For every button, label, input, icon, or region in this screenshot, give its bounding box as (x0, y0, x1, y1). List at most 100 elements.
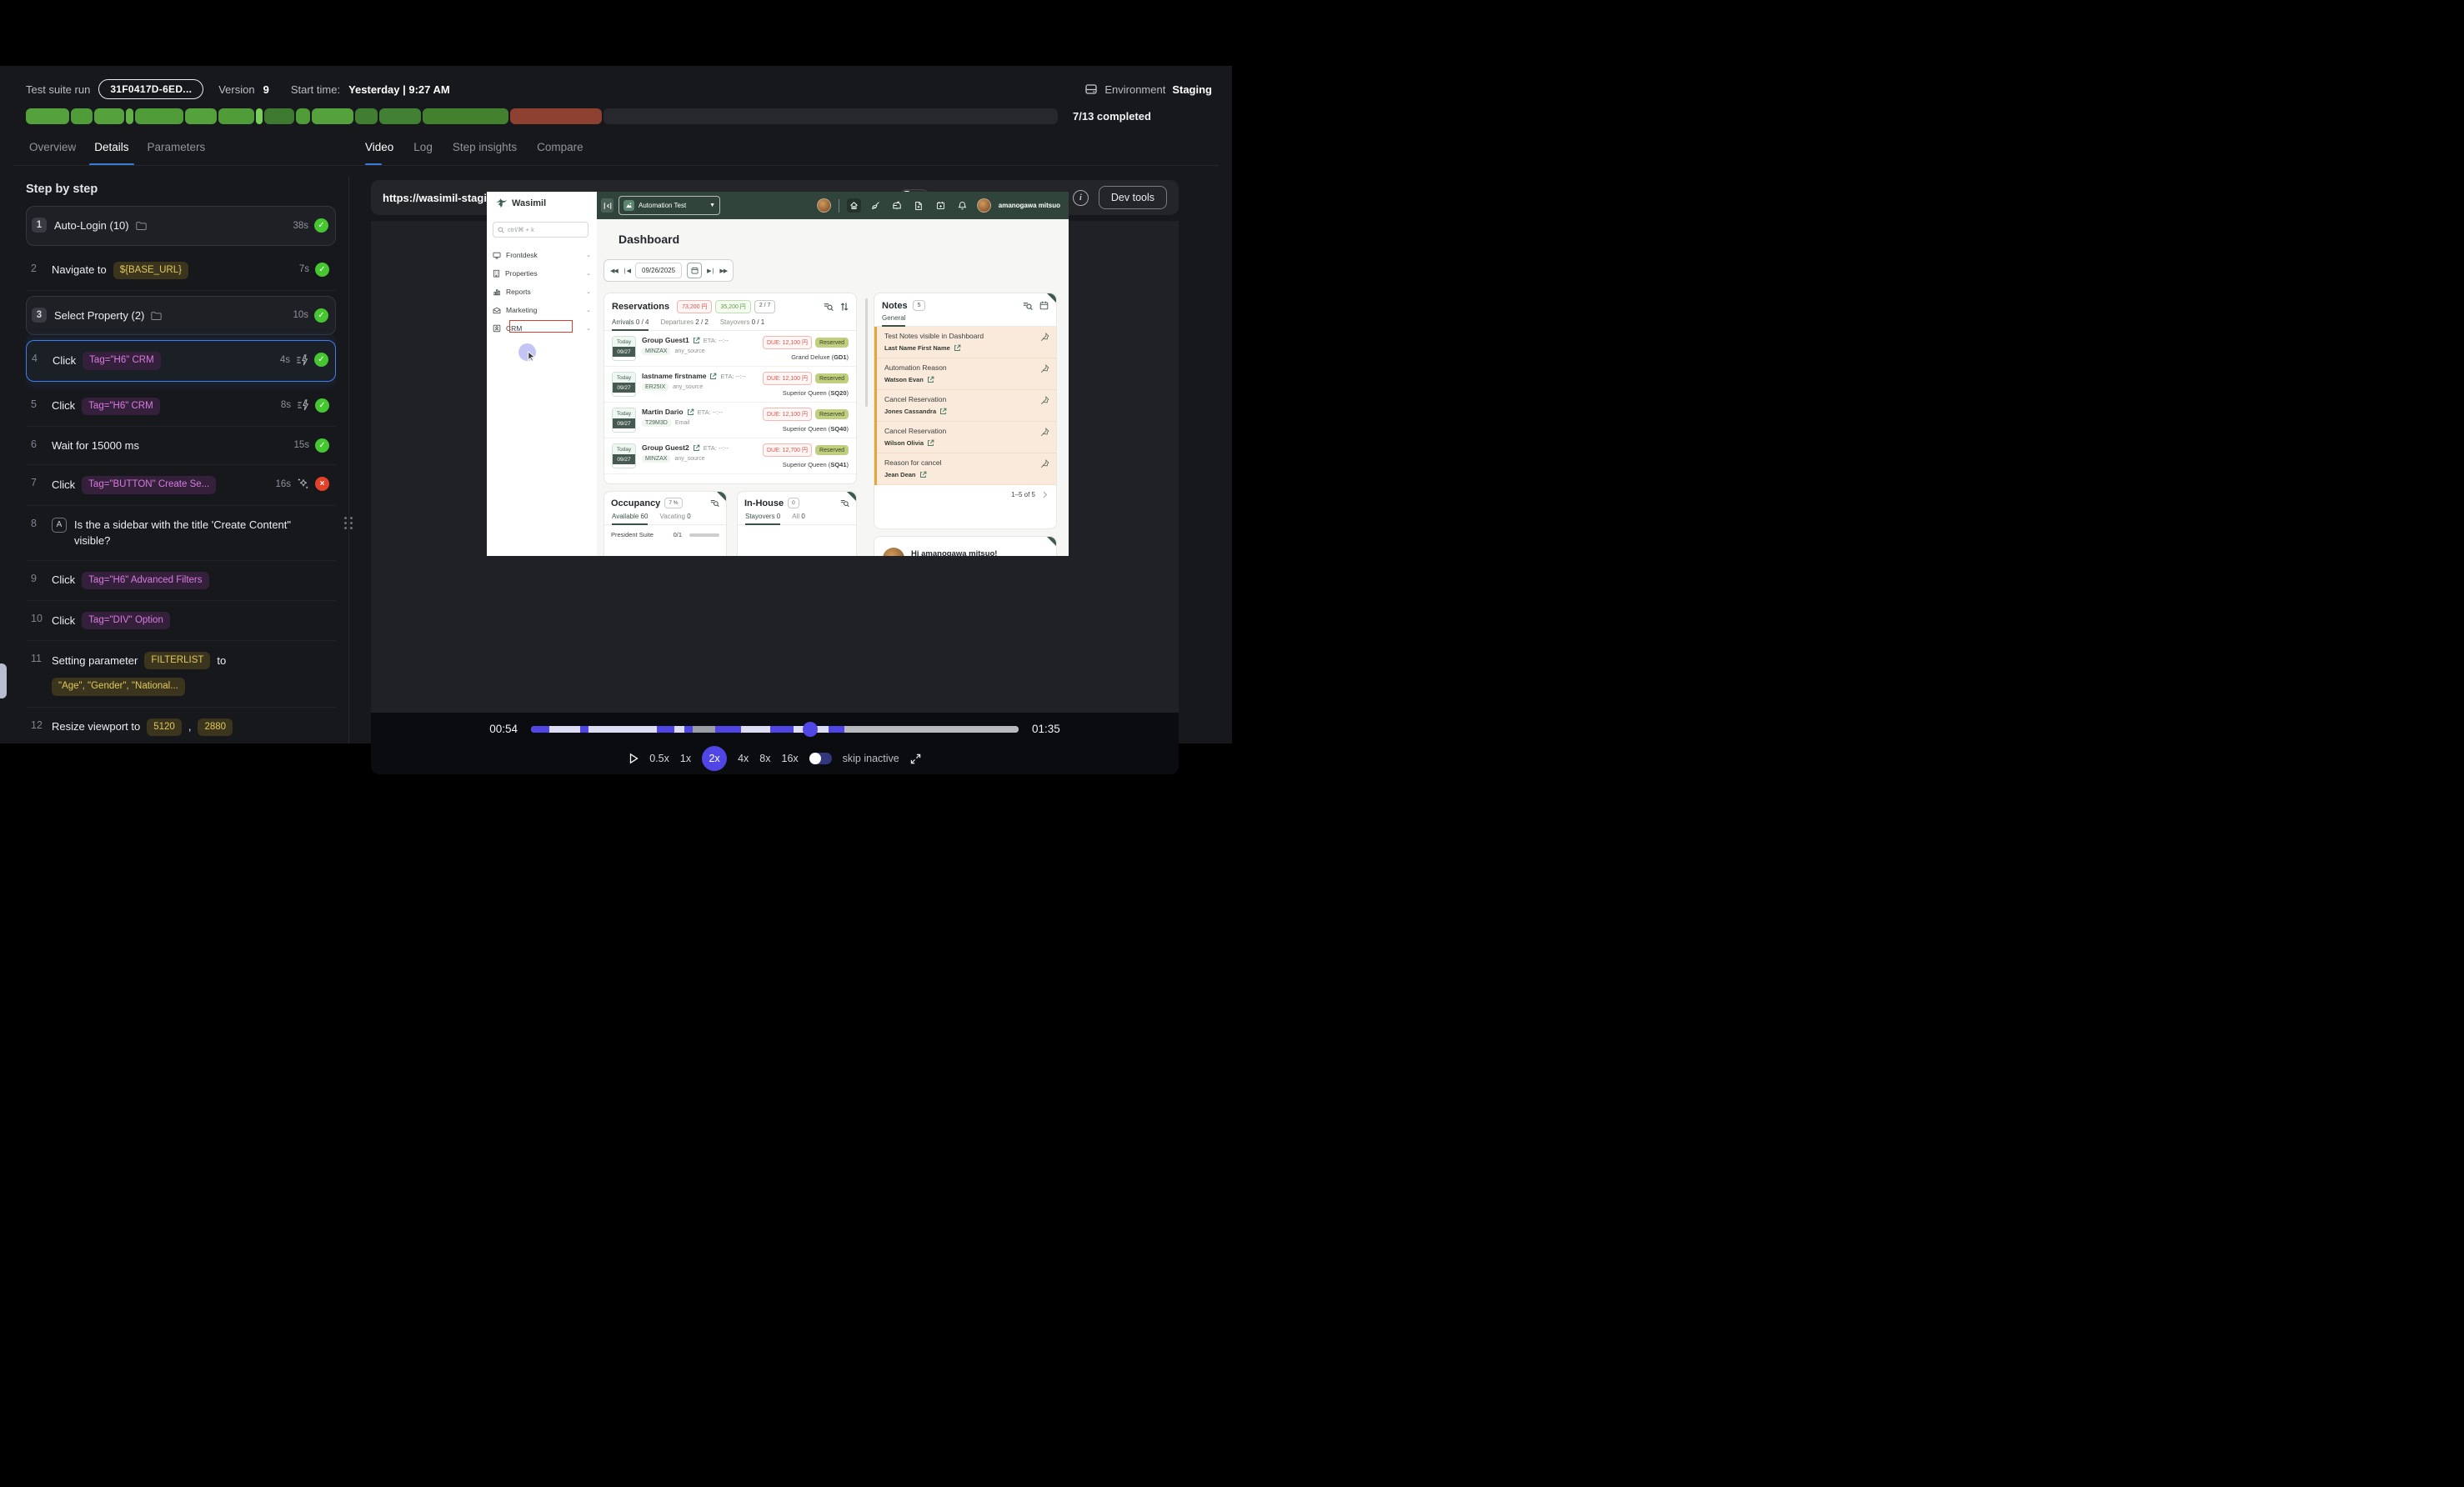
note-author[interactable]: Jones Cassandra (884, 408, 1049, 415)
sidebar-item-marketing[interactable]: Marketing⌄ (493, 303, 591, 317)
reservation-row[interactable]: Today09/27lastname firstnameETA: --:--ER… (604, 367, 856, 403)
fullscreen-icon[interactable] (910, 754, 921, 764)
step-item-1[interactable]: 1Auto-Login (10)38s✓ (26, 206, 336, 246)
viewer-tab-step-insights[interactable]: Step insights (453, 141, 517, 166)
devtools-button[interactable]: Dev tools (1099, 186, 1167, 209)
fast-forward-icon[interactable]: ▶▶ (719, 268, 727, 274)
reservation-row[interactable]: Today09/27Martin DarioETA: --:--T29M3DEm… (604, 403, 856, 438)
pin-icon[interactable] (1040, 428, 1049, 437)
external-link-icon[interactable] (709, 373, 717, 380)
occupancy-tab-vacating[interactable]: Vacating 0 (659, 513, 690, 524)
playhead[interactable] (803, 722, 818, 737)
guest-name[interactable]: Group Guest1 (642, 336, 689, 344)
left-scroll-nub[interactable] (0, 663, 7, 698)
bell-icon[interactable] (955, 198, 969, 213)
search-list-icon[interactable] (840, 498, 849, 508)
document-add-icon[interactable] (912, 198, 926, 213)
user-name[interactable]: amanogawa mitsuo (999, 202, 1060, 209)
step-item-4[interactable]: 4ClickTag="H6" CRM4s✓ (26, 340, 336, 381)
notes-tab-general[interactable]: General (882, 314, 905, 326)
step-item-6[interactable]: 6Wait for 15000 ms15s✓ (26, 427, 336, 466)
viewer-tab-compare[interactable]: Compare (537, 141, 583, 166)
sidebar-item-properties[interactable]: Properties⌄ (493, 267, 591, 280)
note-author[interactable]: Last Name First Name (884, 344, 1049, 352)
step-item-10[interactable]: 10ClickTag="DIV" Option (26, 601, 336, 641)
speed-8x[interactable]: 8x (759, 753, 770, 764)
note-author[interactable]: Jean Dean (884, 471, 1049, 478)
external-link-icon[interactable] (687, 408, 694, 416)
calendar-icon[interactable] (1039, 301, 1049, 310)
speed-16x[interactable]: 16x (782, 753, 799, 764)
step-item-9[interactable]: 9ClickTag="H6" Advanced Filters (26, 561, 336, 601)
speed-4x[interactable]: 4x (738, 753, 749, 764)
step-item-12[interactable]: 12Resize viewport to5120,2880 (26, 708, 336, 744)
sort-icon[interactable] (840, 302, 849, 312)
chevron-right-icon[interactable] (1042, 491, 1048, 498)
pin-icon[interactable] (1040, 396, 1049, 405)
skip-inactive-toggle[interactable] (809, 753, 832, 764)
housekeeping-icon[interactable] (869, 198, 883, 213)
speed-1x[interactable]: 1x (680, 753, 691, 764)
tab-overview[interactable]: Overview (29, 141, 76, 166)
home-icon[interactable] (847, 198, 861, 213)
app-search-input[interactable]: ctrl/⌘ + k (493, 222, 588, 238)
note-item[interactable]: Test Notes visible in DashboardLast Name… (877, 327, 1056, 358)
panel-resize-handle[interactable] (343, 510, 354, 535)
user-avatar[interactable] (977, 198, 991, 213)
step-item-8[interactable]: 8AIs the a sidebar with the title 'Creat… (26, 506, 336, 561)
test-progress-bar[interactable] (26, 108, 1058, 124)
inhouse-tab-all[interactable]: All 0 (792, 513, 805, 524)
step-item-7[interactable]: 7ClickTag="BUTTON" Create Se...16s× (26, 465, 336, 505)
info-icon[interactable]: i (1073, 190, 1089, 206)
note-item[interactable]: Reason for cancelJean Dean (877, 453, 1056, 485)
step-item-2[interactable]: 2Navigate to${BASE_URL}7s✓ (26, 251, 336, 291)
search-list-icon[interactable] (710, 498, 719, 508)
sidebar-item-frontdesk[interactable]: Frontdesk⌄ (493, 248, 591, 262)
note-author[interactable]: Watson Evan (884, 376, 1049, 383)
guest-name[interactable]: lastname firstname (642, 372, 706, 380)
run-id-pill[interactable]: 31F0417D-6ED... (98, 79, 203, 99)
sidebar-collapse-icon[interactable] (601, 198, 613, 213)
external-link-icon[interactable] (693, 444, 700, 452)
reservation-row[interactable]: Today09/27Group Guest1ETA: --:--MINZAXan… (604, 331, 856, 367)
workspace-selector[interactable]: Automation Test ▼ (619, 196, 720, 215)
search-list-icon[interactable] (824, 302, 834, 312)
sidebar-item-reports[interactable]: Reports⌄ (493, 285, 591, 298)
search-list-icon[interactable] (1023, 301, 1033, 311)
app-logo[interactable]: Wasimil (495, 198, 546, 208)
reservations-tab-arrivals[interactable]: Arrivals 0 / 4 (612, 318, 649, 330)
calendar-add-icon[interactable] (934, 198, 948, 213)
occupancy-tab-available[interactable]: Available 60 (612, 513, 648, 524)
step-item-3[interactable]: 3Select Property (2)10s✓ (26, 296, 336, 336)
reservations-tab-stayovers[interactable]: Stayovers 0 / 1 (720, 318, 764, 330)
step-item-5[interactable]: 5ClickTag="H6" CRM8s✓ (26, 387, 336, 427)
speed-2x[interactable]: 2x (702, 746, 727, 771)
fast-rewind-icon[interactable]: ◀◀ (610, 268, 618, 274)
external-link-icon[interactable] (693, 337, 700, 344)
pin-icon[interactable] (1040, 333, 1049, 342)
guest-name[interactable]: Group Guest2 (642, 443, 689, 452)
note-item[interactable]: Automation ReasonWatson Evan (877, 358, 1056, 390)
pin-icon[interactable] (1040, 459, 1049, 468)
inhouse-tab-stayovers[interactable]: Stayovers 0 (745, 513, 780, 524)
note-item[interactable]: Cancel ReservationWilson Olivia (877, 422, 1056, 453)
avatar[interactable] (817, 198, 831, 213)
calendar-icon[interactable] (687, 263, 702, 278)
note-item[interactable]: Cancel ReservationJones Cassandra (877, 390, 1056, 422)
timeline-scrubber[interactable] (531, 726, 1019, 733)
viewer-tab-log[interactable]: Log (413, 141, 433, 166)
speed-0.5x[interactable]: 0.5x (649, 753, 669, 764)
date-input[interactable]: 09/26/2025 (635, 263, 682, 278)
viewer-tab-video[interactable]: Video (365, 141, 393, 166)
scrollbar[interactable] (865, 298, 868, 407)
note-author[interactable]: Wilson Olivia (884, 439, 1049, 447)
mailbox-icon[interactable] (890, 198, 904, 213)
sidebar-item-crm[interactable]: CRM⌄ (493, 322, 591, 335)
reservations-tab-departures[interactable]: Departures 2 / 2 (660, 318, 708, 330)
tab-parameters[interactable]: Parameters (148, 141, 206, 166)
play-icon[interactable] (629, 753, 639, 764)
next-day-icon[interactable]: ▶❘ (707, 268, 714, 274)
step-item-11[interactable]: 11Setting parameterFILTERLISTto"Age", "G… (26, 641, 336, 708)
pin-icon[interactable] (1040, 364, 1049, 373)
guest-name[interactable]: Martin Dario (642, 408, 684, 416)
